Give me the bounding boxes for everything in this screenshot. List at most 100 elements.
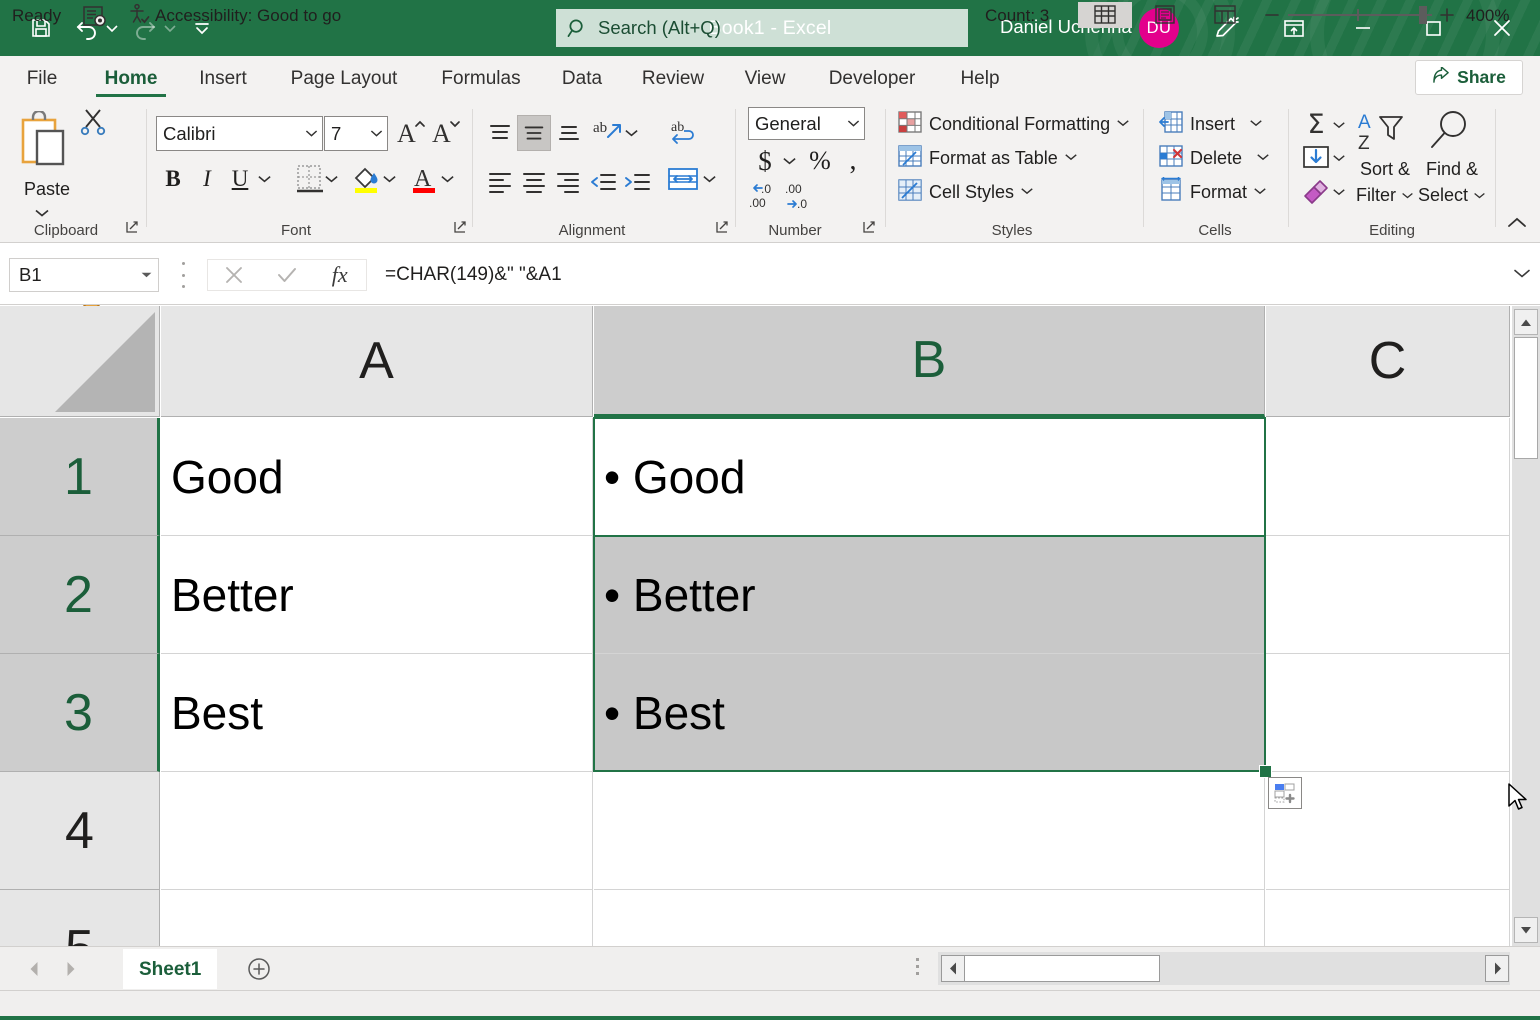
merge-dropdown-chevron-icon[interactable]	[702, 171, 717, 189]
align-middle-icon[interactable]	[517, 115, 551, 151]
tab-data[interactable]: Data	[556, 56, 608, 101]
formula-input[interactable]: =CHAR(149)&" "&A1	[375, 258, 1515, 292]
tab-view[interactable]: View	[738, 56, 792, 101]
sort-and-filter-icon[interactable]: A Z	[1358, 109, 1408, 160]
page-break-preview-icon[interactable]	[1198, 2, 1252, 28]
insert-function-fx-icon[interactable]: fx	[313, 262, 366, 288]
zoom-slider-track[interactable]	[1288, 14, 1432, 16]
search-input[interactable]: Search (Alt+Q)	[556, 9, 968, 47]
fill-down-icon[interactable]	[1301, 142, 1331, 177]
tab-home[interactable]: Home	[96, 56, 166, 101]
borders-icon[interactable]	[295, 163, 325, 200]
tab-split-handle[interactable]	[916, 958, 919, 975]
font-name-input[interactable]: Calibri	[156, 116, 323, 151]
name-box-chevron-down-icon[interactable]	[134, 271, 158, 279]
font-name-chevron-down-icon[interactable]	[300, 129, 322, 138]
find-and-select-label-line1[interactable]: Find &	[1416, 159, 1488, 180]
spreadsheet-grid[interactable]: A B C 1 2 3 4 5 Good • Good Better • Bet…	[0, 306, 1540, 946]
normal-view-icon[interactable]	[1078, 2, 1132, 28]
cell-c2[interactable]	[1266, 536, 1510, 654]
number-format-chevron-down-icon[interactable]	[842, 119, 864, 128]
comma-style-icon[interactable]: ,	[842, 144, 864, 178]
sheet-tab-sheet1[interactable]: Sheet1	[123, 949, 217, 989]
accounting-number-format-icon[interactable]: $	[752, 144, 778, 178]
previous-sheet-arrow-icon[interactable]	[20, 956, 48, 982]
zoom-level[interactable]: 400%	[1466, 6, 1509, 26]
cancel-x-icon[interactable]	[208, 264, 261, 286]
horizontal-scrollbar-thumb[interactable]	[964, 955, 1160, 982]
page-layout-view-icon[interactable]	[1138, 2, 1192, 28]
format-cells-chevron-down-icon[interactable]	[1253, 183, 1267, 201]
text-orientation-icon[interactable]: ab	[592, 117, 624, 154]
tab-review[interactable]: Review	[634, 56, 712, 101]
record-macro-icon[interactable]	[82, 5, 110, 27]
vertical-scrollbar-thumb[interactable]	[1514, 337, 1538, 459]
tab-developer[interactable]: Developer	[816, 56, 928, 101]
row-header-5[interactable]: 5	[0, 890, 160, 946]
add-sheet-plus-icon[interactable]	[243, 953, 275, 985]
cell-b4[interactable]	[594, 772, 1265, 890]
expand-formula-bar-chevron-icon[interactable]	[1512, 266, 1534, 286]
find-and-select-button[interactable]: Select	[1416, 185, 1488, 206]
tab-insert[interactable]: Insert	[190, 56, 256, 101]
scroll-down-arrow-icon[interactable]	[1514, 917, 1538, 943]
tab-file[interactable]: File	[18, 56, 66, 101]
text-orientation-dropdown-chevron-icon[interactable]	[624, 125, 639, 143]
row-header-2[interactable]: 2	[0, 536, 160, 654]
number-format-select[interactable]: General	[748, 107, 865, 140]
fill-color-dropdown-chevron-icon[interactable]	[382, 171, 397, 189]
underline-dropdown-chevron-icon[interactable]	[257, 171, 272, 189]
tab-page-layout[interactable]: Page Layout	[282, 56, 406, 101]
merge-and-center-icon[interactable]	[666, 163, 700, 200]
cell-c3[interactable]	[1266, 654, 1510, 772]
format-cells-button[interactable]: Format	[1158, 176, 1267, 208]
sort-and-filter-button[interactable]: Filter	[1352, 185, 1418, 206]
italic-button[interactable]: I	[192, 162, 222, 196]
borders-dropdown-chevron-icon[interactable]	[324, 171, 339, 189]
scroll-right-arrow-icon[interactable]	[1485, 955, 1509, 982]
row-header-3[interactable]: 3	[0, 654, 160, 772]
align-bottom-icon[interactable]	[555, 120, 583, 153]
sort-and-filter-label-line1[interactable]: Sort &	[1352, 159, 1418, 180]
cell-c5[interactable]	[1266, 890, 1510, 946]
scroll-up-arrow-icon[interactable]	[1514, 309, 1538, 335]
cell-a4[interactable]	[161, 772, 593, 890]
collapse-ribbon-chevron-icon[interactable]	[1506, 215, 1528, 236]
insert-cells-chevron-down-icon[interactable]	[1249, 115, 1263, 133]
delete-cells-chevron-down-icon[interactable]	[1256, 149, 1270, 167]
increase-font-size-icon[interactable]: A	[396, 115, 426, 151]
row-header-4[interactable]: 4	[0, 772, 160, 890]
paste-label[interactable]: Paste	[14, 179, 80, 200]
font-size-chevron-down-icon[interactable]	[365, 129, 387, 138]
decrease-indent-icon[interactable]	[589, 169, 617, 200]
align-left-icon[interactable]	[486, 169, 514, 200]
clear-eraser-icon[interactable]	[1300, 176, 1330, 211]
zoom-slider-thumb[interactable]	[1419, 6, 1427, 24]
cell-a2[interactable]: Better	[161, 536, 593, 654]
clear-chevron-down-icon[interactable]	[1332, 184, 1346, 202]
number-dialog-launcher[interactable]	[861, 219, 879, 237]
autosum-sigma-icon[interactable]: Σ	[1300, 109, 1332, 139]
row-header-1[interactable]: 1	[0, 418, 160, 536]
zoom-in-plus-icon[interactable]	[1437, 4, 1457, 26]
font-size-input[interactable]: 7	[324, 116, 388, 151]
insert-cells-button[interactable]: Insert	[1158, 108, 1263, 140]
accessibility-status[interactable]: Accessibility: Good to go	[128, 5, 341, 27]
cell-a1[interactable]: Good	[161, 418, 593, 536]
find-magnifier-icon[interactable]	[1424, 109, 1474, 160]
font-color-dropdown-chevron-icon[interactable]	[440, 171, 455, 189]
percent-style-icon[interactable]: %	[806, 144, 834, 178]
select-all-corner-icon[interactable]	[0, 306, 160, 417]
enter-checkmark-icon[interactable]	[261, 264, 314, 286]
wrap-text-icon[interactable]: ab	[668, 117, 700, 154]
format-as-table-button[interactable]: Format as Table	[897, 142, 1078, 174]
bold-button[interactable]: B	[158, 162, 188, 196]
auto-fill-options-icon[interactable]	[1268, 777, 1302, 809]
column-header-c[interactable]: C	[1266, 306, 1510, 417]
share-button[interactable]: Share	[1415, 60, 1523, 95]
cell-a3[interactable]: Best	[161, 654, 593, 772]
sort-and-filter-chevron-down-icon[interactable]	[1401, 187, 1414, 205]
conditional-formatting-chevron-down-icon[interactable]	[1116, 115, 1130, 133]
zoom-out-minus-icon[interactable]	[1262, 4, 1282, 26]
fill-color-icon[interactable]	[352, 163, 382, 200]
